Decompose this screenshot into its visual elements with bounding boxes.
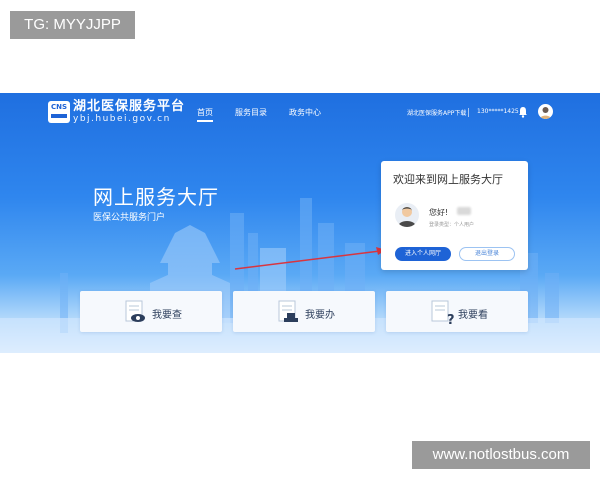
welcome-card: 欢迎来到网上服务大厅 您好! 登录类型：个人用户 进入个人网厅 退出登录 (381, 161, 528, 270)
watermark-top: TG: MYYJJPP (10, 11, 135, 39)
service-label-view: 我要看 (458, 310, 488, 321)
stamp-doc-icon (278, 300, 298, 322)
greeting-text: 您好! (429, 208, 449, 217)
logo-text: CNS (50, 103, 68, 111)
login-type-text: 登录类型：个人用户 (429, 222, 475, 228)
question-doc-icon: ? (431, 300, 455, 326)
welcome-title: 欢迎来到网上服务大厅 (393, 173, 503, 186)
hero-subtitle: 医保公共服务门户 (93, 213, 166, 223)
user-phone[interactable]: 130*****1425 (477, 108, 519, 115)
watermark-bottom: www.notlostbus.com (412, 441, 590, 469)
svg-text:?: ? (447, 313, 455, 326)
annotation-arrow (234, 247, 386, 270)
portal-screenshot: CNS 湖北医保服务平台 ybj.hubei.gov.cn 首页 服务目录 政务… (0, 93, 600, 353)
hero-title: 网上服务大厅 (93, 185, 219, 209)
service-label-handle: 我要办 (305, 310, 335, 321)
service-card-view[interactable]: ? 我要看 (386, 291, 528, 332)
enter-personal-hall-button[interactable]: 进入个人网厅 (395, 247, 451, 261)
user-avatar-icon[interactable] (538, 104, 553, 119)
service-card-handle[interactable]: 我要办 (233, 291, 375, 332)
service-label-query: 我要查 (152, 310, 182, 321)
header-divider (468, 108, 469, 117)
service-card-query[interactable]: 我要查 (80, 291, 222, 332)
site-title: 湖北医保服务平台 (73, 99, 186, 114)
nav-service-catalog[interactable]: 服务目录 (235, 107, 267, 118)
cns-logo[interactable]: CNS (48, 101, 70, 123)
bell-icon[interactable] (518, 106, 528, 118)
app-download-link[interactable]: 湖北医保服务APP下载 (407, 108, 466, 117)
user-profile-icon (395, 203, 419, 227)
search-doc-icon (125, 300, 145, 322)
nav-government-center[interactable]: 政务中心 (289, 107, 321, 118)
redacted-username (457, 207, 471, 215)
logout-button[interactable]: 退出登录 (459, 247, 515, 261)
site-domain: ybj.hubei.gov.cn (73, 114, 171, 124)
brand: 湖北医保服务平台 ybj.hubei.gov.cn (73, 99, 185, 125)
nav-home[interactable]: 首页 (197, 107, 213, 122)
